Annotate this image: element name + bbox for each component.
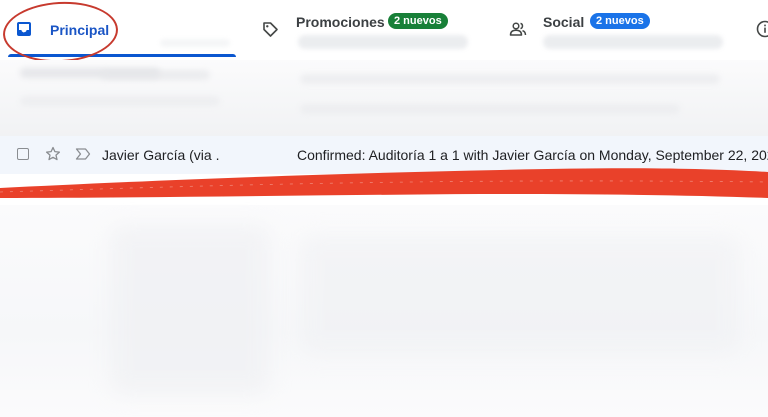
tab-promociones[interactable]: Promociones 2 nuevos: [250, 0, 505, 58]
tab-social-label: Social: [543, 14, 585, 30]
blurred-email-rows: [0, 60, 768, 136]
star-icon[interactable]: [45, 146, 61, 167]
people-icon: [509, 21, 527, 42]
tab-principal[interactable]: Principal: [0, 0, 236, 65]
tab-social[interactable]: Social 2 nuevos: [500, 0, 730, 58]
sender-name: Javier García (via .: [102, 147, 220, 163]
tag-icon: [262, 21, 279, 43]
blurred-lower-content: [0, 205, 768, 417]
tab-principal-label: Principal: [50, 22, 110, 38]
tab-promociones-label: Promociones: [296, 14, 385, 30]
select-checkbox[interactable]: [17, 148, 29, 160]
active-tab-indicator: [8, 54, 236, 57]
tab-principal-preview-blurred: [160, 39, 230, 47]
email-subject: Confirmed: Auditoría 1 a 1 with Javier G…: [297, 147, 768, 163]
new-count-badge: 2 nuevos: [590, 13, 650, 29]
tab-promociones-preview-blurred: [298, 35, 468, 49]
inbox-icon: [16, 21, 32, 42]
tab-social-preview-blurred: [543, 35, 723, 49]
email-row[interactable]: Javier García (via . Confirmed: Auditorí…: [0, 136, 768, 174]
info-button[interactable]: [748, 0, 768, 58]
new-count-badge: 2 nuevos: [388, 13, 448, 29]
category-tabs: Principal Promociones 2 nuevos Social 2 …: [0, 0, 768, 65]
important-marker-icon[interactable]: [75, 147, 91, 166]
info-icon: [756, 20, 768, 43]
